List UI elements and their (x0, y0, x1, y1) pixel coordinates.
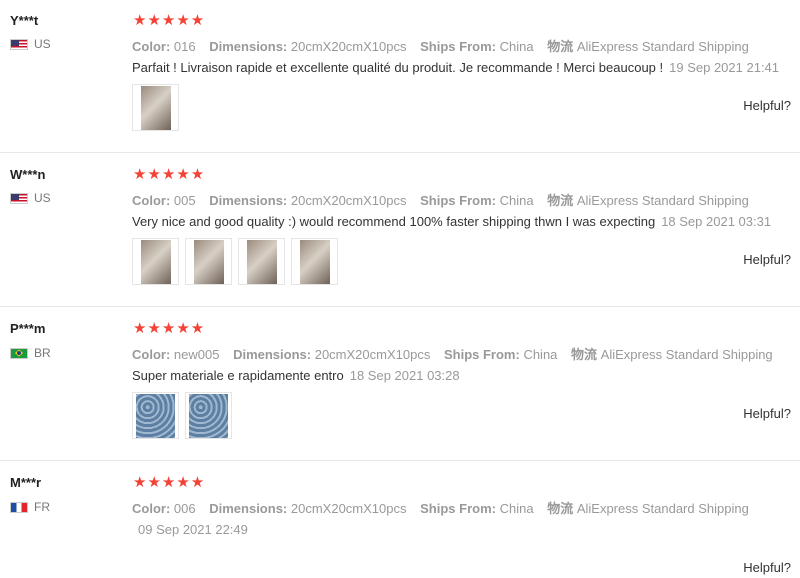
reviewer-country: US (10, 191, 51, 205)
photo-image (189, 393, 228, 438)
ships-from-value: China (499, 193, 534, 208)
reviewer-name: W***n (10, 167, 46, 182)
logistics-label: 物流 (547, 39, 574, 54)
country-code: FR (34, 500, 50, 514)
reviewer-country: BR (10, 346, 51, 360)
ships-from-label: Ships From: (420, 193, 496, 208)
review-meta: Color: 005 Dimensions: 20cmX20cmX10pcs S… (132, 190, 759, 209)
us-flag-icon (10, 38, 28, 50)
reviewer-name: Y***t (10, 13, 39, 28)
ships-from-label: Ships From: (420, 39, 496, 54)
photo-image (193, 239, 224, 284)
ships-from-value: China (523, 347, 558, 362)
star-rating: ★★★★★ (133, 166, 206, 183)
divider (0, 152, 800, 153)
shipping-method: AliExpress Standard Shipping (600, 347, 773, 362)
helpful-button[interactable]: Helpful? (743, 252, 791, 267)
shipping-method: AliExpress Standard Shipping (576, 193, 749, 208)
logistics-label: 物流 (547, 193, 574, 208)
photo-image (140, 85, 171, 130)
country-code: BR (34, 346, 51, 360)
color-value: 016 (173, 39, 196, 54)
photo-image (140, 239, 171, 284)
review-photo-thumbnail[interactable] (132, 238, 179, 285)
ships-from-value: China (499, 39, 534, 54)
photo-image (299, 239, 330, 284)
review-text-line: 09 Sep 2021 22:49 (132, 522, 248, 537)
review-photo-thumbnail[interactable] (238, 238, 285, 285)
divider (0, 460, 800, 461)
review-date: 19 Sep 2021 21:41 (669, 60, 780, 75)
review-meta: Color: 006 Dimensions: 20cmX20cmX10pcs S… (132, 498, 759, 517)
review-photo-thumbnail[interactable] (185, 392, 232, 439)
color-label: Color: (132, 347, 171, 362)
reviewer-country: FR (10, 500, 50, 514)
logistics-label: 物流 (547, 501, 574, 516)
review-date: 09 Sep 2021 22:49 (138, 522, 248, 537)
divider (0, 306, 800, 307)
brazil-flag-icon (10, 347, 28, 359)
review-photo-thumbnail[interactable] (291, 238, 338, 285)
dimensions-label: Dimensions: (209, 39, 288, 54)
france-flag-icon (10, 501, 28, 513)
review-photos (132, 392, 232, 439)
review-text-line: Parfait ! Livraison rapide et excellente… (132, 60, 779, 75)
star-rating: ★★★★★ (133, 474, 206, 491)
color-label: Color: (132, 39, 171, 54)
review-text: Super materiale e rapidamente entro (132, 368, 344, 383)
dimensions-value: 20cmX20cmX10pcs (290, 193, 407, 208)
color-value: 006 (173, 501, 196, 516)
country-code: US (34, 37, 51, 51)
color-label: Color: (132, 501, 171, 516)
dimensions-value: 20cmX20cmX10pcs (290, 39, 407, 54)
review-text: Parfait ! Livraison rapide et excellente… (132, 60, 664, 75)
photo-image (246, 239, 277, 284)
reviewer-country: US (10, 37, 51, 51)
star-rating: ★★★★★ (133, 320, 206, 337)
review-text-line: Very nice and good quality :) would reco… (132, 214, 771, 229)
review-photos (132, 84, 179, 131)
color-value: new005 (173, 347, 220, 362)
reviewer-name: M***r (10, 475, 42, 490)
review-photos (132, 238, 338, 285)
review-text-line: Super materiale e rapidamente entro 18 Se… (132, 368, 460, 383)
dimensions-value: 20cmX20cmX10pcs (290, 501, 407, 516)
review-photo-thumbnail[interactable] (132, 392, 179, 439)
helpful-button[interactable]: Helpful? (743, 406, 791, 421)
review-photo-thumbnail[interactable] (185, 238, 232, 285)
country-code: US (34, 191, 51, 205)
review-date: 18 Sep 2021 03:28 (349, 368, 460, 383)
photo-image (136, 393, 175, 438)
helpful-button[interactable]: Helpful? (743, 98, 791, 113)
review-date: 18 Sep 2021 03:31 (661, 214, 772, 229)
star-rating: ★★★★★ (133, 12, 206, 29)
review-meta: Color: new005 Dimensions: 20cmX20cmX10pc… (132, 344, 783, 363)
ships-from-label: Ships From: (420, 501, 496, 516)
dimensions-label: Dimensions: (209, 501, 288, 516)
ships-from-label: Ships From: (443, 347, 520, 362)
color-label: Color: (132, 193, 171, 208)
dimensions-value: 20cmX20cmX10pcs (314, 347, 431, 362)
color-value: 005 (173, 193, 196, 208)
helpful-button[interactable]: Helpful? (743, 560, 791, 575)
dimensions-label: Dimensions: (209, 193, 288, 208)
review-text: Very nice and good quality :) would reco… (132, 214, 656, 229)
reviewer-name: P***m (10, 321, 46, 336)
dimensions-label: Dimensions: (233, 347, 312, 362)
ships-from-value: China (499, 501, 534, 516)
review-photo-thumbnail[interactable] (132, 84, 179, 131)
logistics-label: 物流 (571, 347, 598, 362)
us-flag-icon (10, 192, 28, 204)
shipping-method: AliExpress Standard Shipping (576, 501, 749, 516)
review-meta: Color: 016 Dimensions: 20cmX20cmX10pcs S… (132, 36, 759, 55)
shipping-method: AliExpress Standard Shipping (576, 39, 749, 54)
